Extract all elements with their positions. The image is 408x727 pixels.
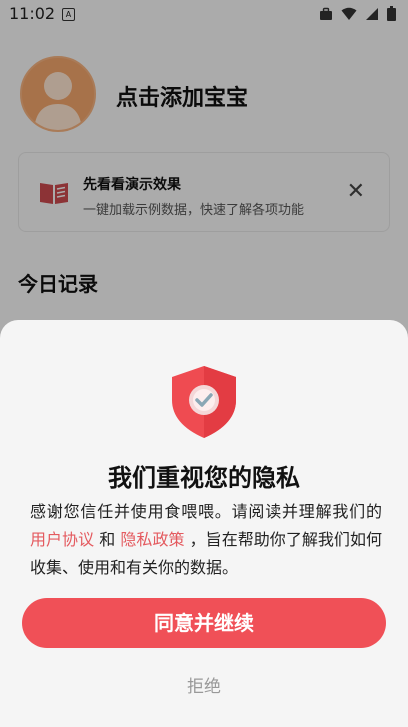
agree-button[interactable]: 同意并继续 bbox=[22, 598, 386, 648]
privacy-text-1: 感谢您信任并使用食喂喂。请阅读并理解我们的 bbox=[30, 502, 382, 521]
shield-check-icon bbox=[172, 366, 236, 438]
privacy-dialog: 我们重视您的隐私 感谢您信任并使用食喂喂。请阅读并理解我们的 用户协议 和 隐私… bbox=[0, 320, 408, 727]
user-agreement-link[interactable]: 用户协议 bbox=[30, 530, 94, 549]
privacy-and: 和 bbox=[99, 530, 116, 549]
privacy-body: 感谢您信任并使用食喂喂。请阅读并理解我们的 用户协议 和 隐私政策 ，旨在帮助你… bbox=[30, 498, 382, 582]
privacy-policy-link[interactable]: 隐私政策 bbox=[120, 530, 184, 549]
reject-button[interactable]: 拒绝 bbox=[0, 672, 408, 697]
privacy-title: 我们重视您的隐私 bbox=[108, 464, 300, 492]
